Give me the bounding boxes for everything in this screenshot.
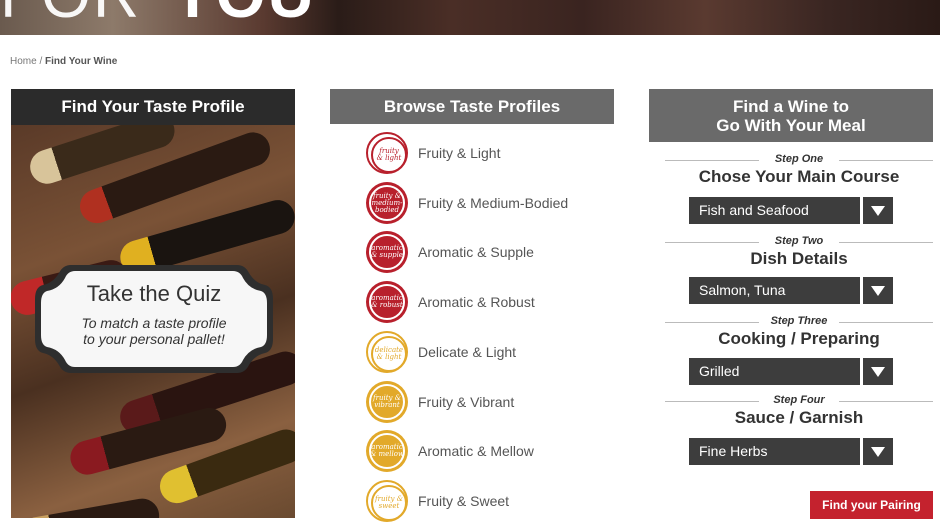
taste-profile-label: Fruity & Vibrant xyxy=(418,393,515,410)
taste-profile-item[interactable]: aromatic & mellow Aromatic & Mellow xyxy=(366,429,534,473)
taste-profile-label: Aromatic & Mellow xyxy=(418,443,534,460)
taste-profile-label: Aromatic & Supple xyxy=(418,244,534,261)
take-quiz-button[interactable]: Take the Quiz To match a taste profile t… xyxy=(31,259,277,379)
banner-title: FORYOU xyxy=(0,0,316,32)
taste-profile-label: Aromatic & Robust xyxy=(418,294,535,311)
badge-text: fruity & medium-bodied xyxy=(371,191,403,214)
taste-badge-icon: delicate & light xyxy=(366,330,408,373)
step-label: Step Three xyxy=(759,315,839,327)
select-value: Fine Herbs xyxy=(689,438,860,465)
taste-profile-panel[interactable]: Find Your Taste Profile Take the Quiz To… xyxy=(11,89,295,518)
step-label: Step Two xyxy=(759,235,839,247)
dish-details-select[interactable]: Salmon, Tuna xyxy=(689,277,893,304)
dropdown-arrow-icon[interactable] xyxy=(863,358,893,385)
badge-text: fruity & vibrant xyxy=(373,393,401,409)
breadcrumb: Home / Find Your Wine xyxy=(10,56,117,67)
taste-profile-label: Fruity & Light xyxy=(418,145,501,161)
select-value: Grilled xyxy=(689,358,860,385)
breadcrumb-separator: / xyxy=(36,56,46,67)
taste-badge-icon: aromatic & robust xyxy=(366,281,408,324)
taste-profile-item[interactable]: aromatic & robust Aromatic & Robust xyxy=(366,280,535,324)
taste-profile-label: Delicate & Light xyxy=(418,343,517,360)
step-title: Sauce / Garnish xyxy=(734,408,864,427)
select-value: Salmon, Tuna xyxy=(689,277,860,304)
browse-profiles-heading: Browse Taste Profiles xyxy=(330,89,614,124)
badge-text: aromatic & mellow xyxy=(370,443,404,459)
taste-profile-item[interactable]: aromatic & supple Aromatic & Supple xyxy=(366,230,534,274)
step-two: Step Two Dish Details xyxy=(665,235,933,269)
hero-banner: FORYOU xyxy=(0,0,940,35)
step-three: Step Three Cooking / Preparing xyxy=(665,315,933,349)
taste-badge-icon: aromatic & mellow xyxy=(366,430,408,473)
breadcrumb-current: Find Your Wine xyxy=(45,56,118,67)
taste-badge-icon: aromatic & supple xyxy=(366,231,408,274)
badge-text: fruity & sweet xyxy=(375,494,403,510)
taste-badge-icon: fruity & vibrant xyxy=(366,380,408,423)
dropdown-arrow-icon[interactable] xyxy=(863,438,893,465)
taste-badge-icon: fruity & light xyxy=(366,132,408,174)
select-value: Fish and Seafood xyxy=(689,197,860,224)
step-label: Step One xyxy=(759,153,839,165)
taste-profile-label: Fruity & Sweet xyxy=(418,492,510,509)
step-title: Cooking / Preparing xyxy=(718,329,880,348)
step-label: Step Four xyxy=(759,394,839,406)
taste-profile-label: Fruity & Medium-Bodied xyxy=(418,194,569,211)
main-course-select[interactable]: Fish and Seafood xyxy=(689,197,893,224)
find-pairing-button[interactable]: Find your Pairing xyxy=(810,491,933,519)
dropdown-arrow-icon[interactable] xyxy=(863,197,893,224)
bottle-image xyxy=(18,495,162,518)
breadcrumb-home-link[interactable]: Home xyxy=(10,56,37,67)
taste-profile-heading: Find Your Taste Profile xyxy=(11,89,295,125)
taste-badge-icon: fruity & medium-bodied xyxy=(366,181,408,224)
taste-profile-item[interactable]: delicate & light Delicate & Light xyxy=(366,330,516,374)
cooking-select[interactable]: Grilled xyxy=(689,358,893,385)
quiz-subtitle: To match a taste profile to your persona… xyxy=(81,315,227,347)
badge-text: aromatic & supple xyxy=(371,244,403,260)
badge-text: fruity & light xyxy=(376,147,402,162)
taste-profile-item[interactable]: fruity & medium-bodied Fruity & Medium-Bod… xyxy=(366,181,568,225)
badge-text: aromatic & robust xyxy=(371,294,403,310)
taste-profile-item[interactable]: fruity & vibrant Fruity & Vibrant xyxy=(366,380,514,424)
step-one: Step One Chose Your Main Course xyxy=(665,153,933,187)
pairing-heading: Find a Wine to Go With Your Meal xyxy=(649,89,933,142)
step-four: Step Four Sauce / Garnish xyxy=(665,394,933,428)
badge-text: delicate & light xyxy=(374,345,404,361)
sauce-select[interactable]: Fine Herbs xyxy=(689,438,893,465)
taste-badge-icon: fruity & sweet xyxy=(366,479,408,522)
step-title: Dish Details xyxy=(750,249,848,268)
quiz-title: Take the Quiz xyxy=(86,281,222,306)
taste-profile-item[interactable]: fruity & sweet Fruity & Sweet xyxy=(366,479,509,523)
dropdown-arrow-icon[interactable] xyxy=(863,277,893,304)
taste-profile-item[interactable]: fruity & light Fruity & Light xyxy=(366,131,500,175)
step-title: Chose Your Main Course xyxy=(698,167,900,186)
